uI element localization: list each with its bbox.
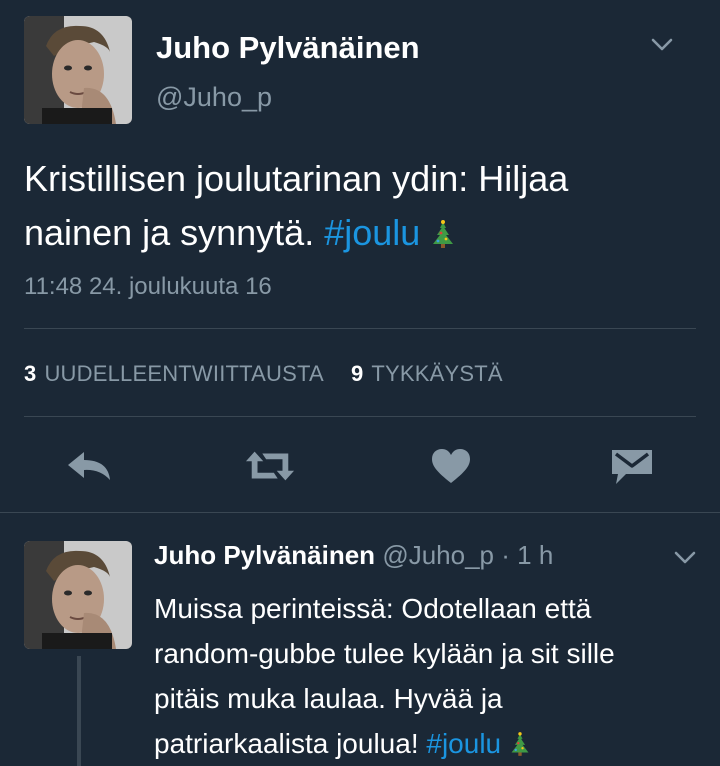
tweet-timestamp: 11:48 24. joulukuuta 16 [24, 273, 272, 300]
reply-text-line: random-gubbe tulee kylään ja sit sille [154, 638, 615, 669]
chevron-down-icon[interactable] [674, 551, 696, 565]
direct-message-icon [612, 450, 652, 484]
engagement-stats: 3 UUDELLEENTWIITTAUSTA 9 TYKKÄYSTÄ [24, 361, 503, 387]
reply-time: · 1 h [501, 540, 554, 570]
tweet-text: Kristillisen joulutarinan ydin: Hiljaa n… [24, 152, 568, 260]
divider [24, 416, 696, 417]
like-icon [432, 449, 470, 483]
retweet-stat[interactable]: 3 UUDELLEENTWIITTAUSTA [24, 361, 323, 386]
author-name[interactable]: Juho Pylvänäinen [156, 30, 420, 66]
like-stat[interactable]: 9 TYKKÄYSTÄ [351, 361, 503, 386]
christmas-tree-icon [433, 220, 454, 248]
tweet-text-line: Kristillisen joulutarinan ydin: Hiljaa [24, 158, 569, 199]
divider [24, 328, 696, 329]
retweet-button[interactable] [245, 444, 295, 488]
reply-text-fragment: patriarkaalista joulua! [154, 728, 419, 759]
reply-header: Juho Pylvänäinen @Juho_p · 1 h [154, 540, 553, 571]
retweet-icon [245, 451, 295, 481]
avatar-portrait-icon [24, 541, 132, 649]
hashtag-link[interactable]: #joulu [324, 212, 420, 253]
reply-icon [68, 452, 110, 480]
reply-text-line: pitäis muka laulaa. Hyvää ja [154, 683, 503, 714]
reply-text-line: patriarkaalista joulua! #joulu [154, 721, 615, 766]
author-handle[interactable]: @Juho_p [156, 82, 272, 113]
direct-message-button[interactable] [607, 444, 657, 488]
christmas-tree-icon [511, 732, 529, 756]
divider [0, 512, 720, 513]
reply-author-avatar[interactable] [24, 541, 132, 649]
retweet-count: 3 [24, 361, 37, 386]
hashtag-link[interactable]: #joulu [426, 728, 501, 759]
like-button[interactable] [426, 444, 476, 488]
tweet-text-fragment: nainen ja synnytä. [24, 212, 315, 253]
like-count: 9 [350, 361, 364, 386]
like-label: TYKKÄYSTÄ [371, 361, 503, 386]
reply-author-handle[interactable]: @Juho_p [382, 540, 494, 570]
avatar-portrait-icon [24, 16, 132, 124]
reply-author-name[interactable]: Juho Pylvänäinen [154, 540, 375, 570]
reply-button[interactable] [64, 444, 114, 488]
reply-text: Muissa perinteissä: Odotellaan että rand… [154, 586, 615, 766]
retweet-label: UUDELLEENTWIITTAUSTA [44, 361, 323, 386]
author-avatar[interactable] [24, 16, 132, 124]
reply-text-line: Muissa perinteissä: Odotellaan että [154, 593, 592, 624]
thread-connector [77, 656, 81, 766]
chevron-down-icon[interactable] [651, 38, 673, 52]
tweet-text-line: nainen ja synnytä. #joulu [24, 206, 568, 260]
